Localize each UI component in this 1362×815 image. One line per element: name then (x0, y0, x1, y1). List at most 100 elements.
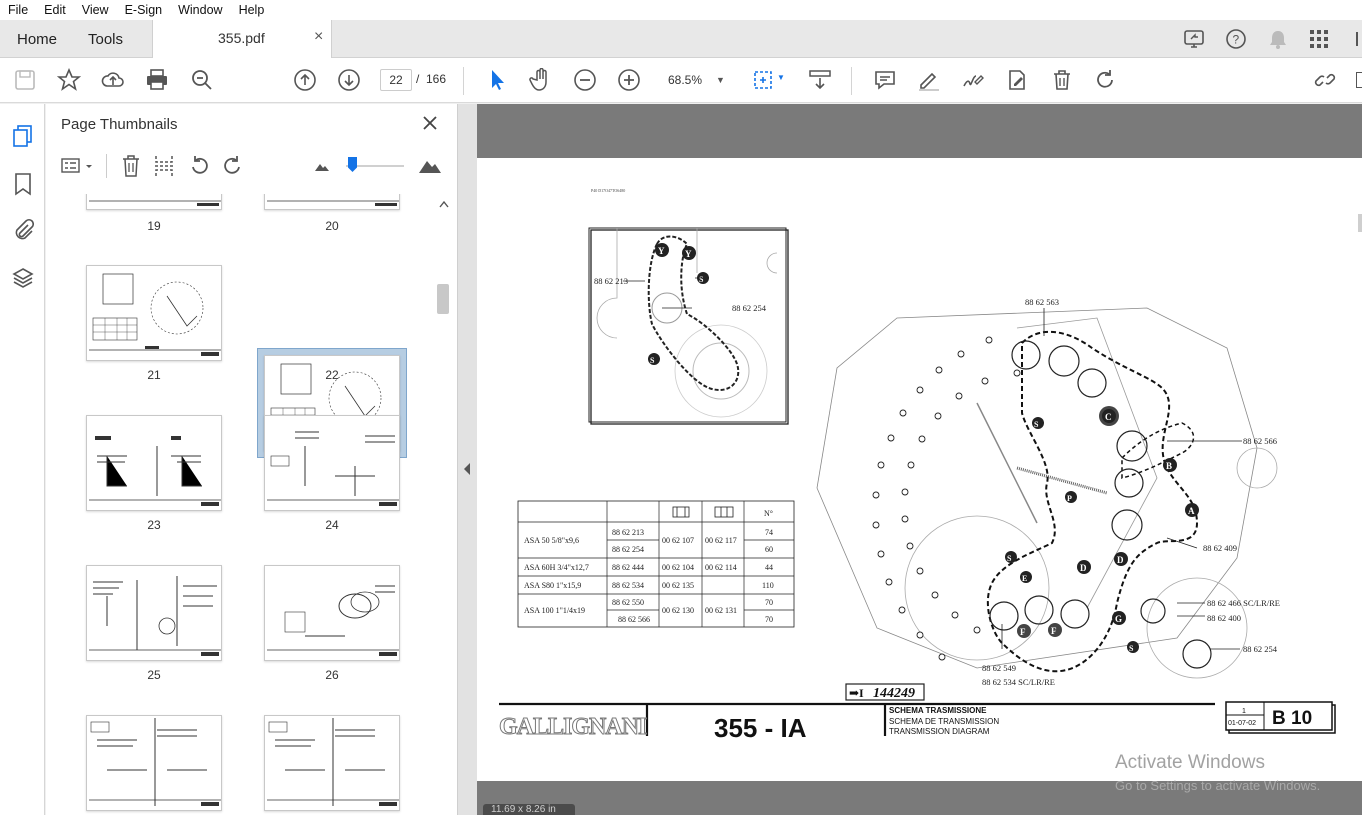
sheet-date: 01-07-02 (1228, 720, 1256, 727)
thumbnail-page-25[interactable] (86, 565, 222, 661)
thumbnail-page-20[interactable] (264, 194, 400, 210)
print-icon[interactable] (145, 68, 169, 92)
apps-grid-icon[interactable] (1309, 29, 1329, 49)
menu-help[interactable]: Help (231, 3, 273, 17)
table-header-count: N° (764, 509, 773, 518)
page-separator: / (416, 72, 420, 86)
viewer-scrollbar-thumb[interactable] (1358, 214, 1362, 232)
thumbnail-page-26[interactable] (264, 565, 400, 661)
fit-dropdown-icon[interactable]: ▼ (777, 73, 785, 82)
activate-windows-subtitle: Go to Settings to activate Windows. (1115, 778, 1321, 793)
thumbnails-scrollbar[interactable] (435, 194, 453, 815)
layers-icon[interactable] (12, 266, 34, 290)
insert-page-icon[interactable] (153, 154, 175, 178)
save-icon[interactable] (13, 68, 37, 92)
panel-divider (458, 104, 477, 815)
zoom-out-icon[interactable] (573, 68, 597, 92)
thumbnail-page-28[interactable] (264, 715, 400, 811)
next-page-icon[interactable] (337, 68, 361, 92)
share-screen-icon[interactable] (1183, 28, 1207, 50)
thumbnail-page-27[interactable] (86, 715, 222, 811)
zoom-level-select[interactable]: 68.5% ▼ (660, 69, 730, 91)
table-b-4: 00 62 131 (705, 606, 737, 615)
table-a-4: 00 62 130 (662, 606, 694, 615)
select-cursor-icon[interactable] (485, 68, 509, 92)
thumbnail-page-21[interactable] (86, 265, 222, 361)
large-thumbnail-icon[interactable] (418, 156, 442, 174)
rotate-clockwise-icon[interactable] (222, 154, 244, 178)
svg-text:Y: Y (658, 246, 665, 256)
thumbnail-options-icon[interactable] (61, 156, 95, 176)
zoom-search-icon[interactable] (190, 68, 214, 92)
attachments-paperclip-icon[interactable] (12, 218, 34, 242)
comment-icon[interactable] (873, 68, 897, 92)
callout-88-62-409: 88 62 409 (1203, 543, 1237, 553)
delete-icon[interactable] (1050, 68, 1074, 92)
rotate-icon[interactable] (1093, 68, 1117, 92)
table-code-4b: 88 62 566 (618, 615, 650, 624)
thumbnail-size-slider-handle[interactable] (348, 157, 357, 172)
thumbnail-label-25: 25 (147, 668, 161, 682)
help-icon[interactable]: ? (1225, 28, 1247, 50)
bookmark-star-icon[interactable] (57, 68, 81, 92)
table-chain-3: ASA S80 1"x15,9 (524, 581, 581, 590)
upload-cloud-icon[interactable] (101, 68, 125, 92)
thumbnail-page-19[interactable] (86, 194, 222, 210)
table-code-1a: 88 62 213 (612, 528, 644, 537)
rotate-counterclockwise-icon[interactable] (188, 154, 210, 178)
thumbnail-page-24[interactable] (264, 415, 400, 511)
close-panel-icon[interactable] (422, 115, 438, 131)
thumbnail-label-21: 21 (147, 368, 161, 382)
menu-esign[interactable]: E-Sign (117, 3, 171, 17)
fit-page-icon[interactable] (751, 68, 775, 92)
page-total: 166 (426, 72, 447, 86)
brand-logo: GALLIGNANI (499, 714, 647, 740)
table-a-2: 00 62 104 (662, 563, 694, 572)
account-icon[interactable] (1356, 32, 1362, 46)
panel-title: Page Thumbnails (61, 116, 178, 133)
activate-windows-title: Activate Windows (1115, 752, 1265, 773)
callout-88-62-534: 88 62 534 SC/LR/RE (982, 677, 1055, 687)
table-n-4b: 70 (765, 615, 773, 624)
table-code-1b: 88 62 254 (612, 545, 644, 554)
serial-arrow-icon: ➡I (849, 686, 864, 700)
table-n-1a: 74 (765, 528, 773, 537)
thumbnail-label-24: 24 (325, 518, 339, 532)
thumbnail-page-23[interactable] (86, 415, 222, 511)
table-a-1: 00 62 107 (662, 536, 694, 545)
small-thumbnail-icon[interactable] (314, 160, 330, 172)
zoom-in-icon[interactable] (617, 68, 641, 92)
svg-text:A: A (1188, 506, 1195, 516)
tab-tools[interactable]: Tools (88, 20, 123, 58)
page-thumbnails-icon[interactable] (12, 124, 34, 148)
collapse-panel-arrow-icon[interactable] (463, 462, 471, 476)
menu-window[interactable]: Window (170, 3, 230, 17)
more-tools-icon[interactable] (1356, 72, 1362, 88)
bookmarks-icon[interactable] (13, 172, 33, 196)
page-number-input[interactable]: 22 (380, 69, 412, 91)
share-link-icon[interactable] (1313, 68, 1337, 92)
table-chain-2: ASA 60H 3/4"x12,7 (524, 563, 589, 572)
drawing-small-header: P40 D17O47TO6480 (591, 188, 625, 193)
menu-view[interactable]: View (74, 3, 117, 17)
table-chain-1: ASA 50 5/8"x9,6 (524, 536, 579, 545)
svg-text:Y: Y (685, 249, 692, 259)
page-thumbnails-panel: Page Thumbnails 19 20 21 22 23 24 25 26 (46, 104, 458, 815)
diagram-title-fr: SCHEMA DE TRANSMISSION (889, 717, 999, 726)
callout-88-62-213: 88 62 213 (594, 276, 628, 286)
notification-bell-icon[interactable] (1267, 28, 1289, 50)
tab-document[interactable]: 355.pdf × (152, 20, 332, 59)
scroll-mode-icon[interactable] (808, 68, 832, 92)
menu-file[interactable]: File (0, 3, 36, 17)
delete-pages-icon[interactable] (120, 154, 142, 178)
sign-icon[interactable] (961, 68, 985, 92)
highlight-pen-icon[interactable] (917, 68, 941, 92)
hand-tool-icon[interactable] (529, 68, 553, 92)
previous-page-icon[interactable] (293, 68, 317, 92)
scroll-up-arrow-icon[interactable] (439, 200, 449, 208)
menu-edit[interactable]: Edit (36, 3, 74, 17)
edit-pdf-icon[interactable] (1005, 68, 1029, 92)
tab-home[interactable]: Home (17, 20, 57, 58)
scrollbar-thumb[interactable] (437, 284, 449, 314)
tab-close-icon[interactable]: × (314, 28, 323, 46)
